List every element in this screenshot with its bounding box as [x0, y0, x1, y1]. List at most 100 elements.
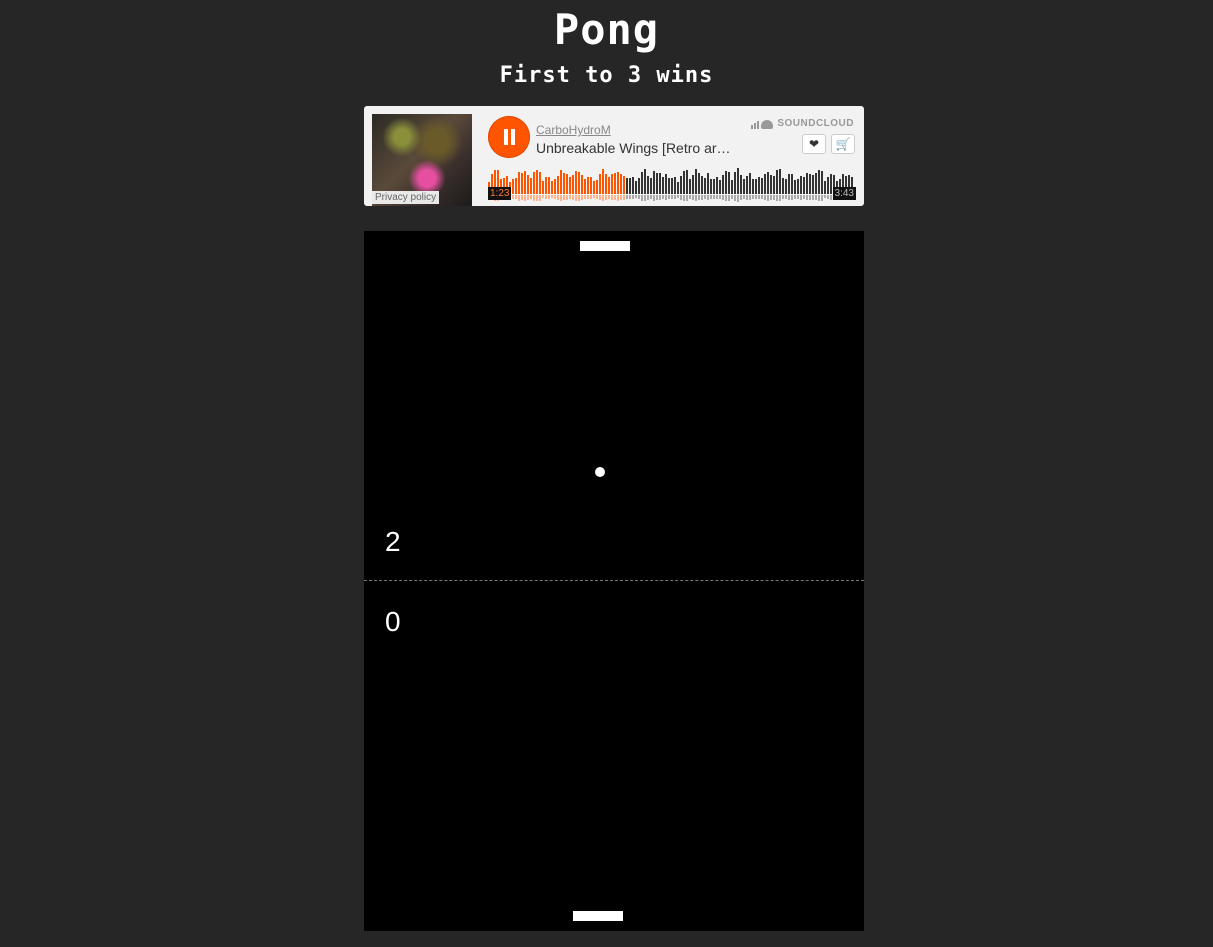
waveform-reflection — [782, 195, 784, 199]
waveform-bar — [557, 176, 559, 194]
waveform-reflection — [773, 195, 775, 200]
waveform-bar — [779, 169, 781, 194]
waveform-bar — [797, 179, 799, 194]
waveform-bar — [596, 180, 598, 194]
waveform[interactable] — [488, 168, 856, 204]
waveform-reflection — [533, 195, 535, 201]
waveform-bar — [617, 172, 619, 194]
waveform-bar — [560, 170, 562, 194]
waveform-reflection — [821, 195, 823, 201]
waveform-bar — [716, 177, 718, 194]
waveform-reflection — [512, 195, 514, 199]
waveform-bar — [530, 178, 532, 194]
waveform-bar — [683, 171, 685, 194]
waveform-bar — [803, 177, 805, 194]
waveform-bar — [686, 170, 688, 194]
waveform-bar — [659, 173, 661, 194]
waveform-reflection — [518, 195, 520, 201]
page-title: Pong — [553, 5, 660, 54]
waveform-reflection — [662, 195, 664, 199]
heart-icon: ❤ — [808, 137, 820, 151]
waveform-bar — [572, 175, 574, 194]
waveform-reflection — [608, 195, 610, 199]
waveform-bar — [512, 179, 514, 194]
waveform-reflection — [584, 195, 586, 199]
waveform-bar — [590, 177, 592, 194]
waveform-bar — [827, 177, 829, 194]
page-subtitle: First to 3 wins — [499, 63, 714, 88]
bottom-paddle — [573, 911, 623, 921]
waveform-reflection — [776, 195, 778, 201]
waveform-reflection — [716, 195, 718, 199]
waveform-reflection — [605, 195, 607, 200]
waveform-reflection — [749, 195, 751, 200]
game-court[interactable]: 2 0 — [364, 231, 864, 931]
waveform-reflection — [791, 195, 793, 200]
waveform-reflection — [545, 195, 547, 199]
waveform-reflection — [530, 195, 532, 199]
buy-button[interactable]: 🛒 — [831, 134, 855, 154]
waveform-reflection — [764, 195, 766, 200]
soundcloud-logo[interactable]: SOUNDCLOUD — [751, 118, 854, 129]
waveform-bar — [755, 179, 757, 194]
waveform-bar — [581, 175, 583, 194]
waveform-reflection — [551, 195, 553, 198]
waveform-bar — [809, 174, 811, 194]
waveform-bar — [629, 178, 631, 194]
waveform-reflection — [701, 195, 703, 200]
center-line — [364, 580, 864, 581]
waveform-bar — [701, 176, 703, 194]
waveform-bar — [725, 171, 727, 194]
waveform-reflection — [734, 195, 736, 201]
waveform-reflection — [515, 195, 517, 199]
waveform-bar — [722, 175, 724, 194]
waveform-reflection — [635, 195, 637, 198]
waveform-bar — [674, 177, 676, 194]
waveform-reflection — [815, 195, 817, 200]
waveform-bar — [695, 169, 697, 194]
waveform-bar — [665, 174, 667, 194]
waveform-reflection — [770, 195, 772, 200]
waveform-reflection — [602, 195, 604, 201]
waveform-reflection — [548, 195, 550, 199]
waveform-reflection — [812, 195, 814, 200]
waveform-reflection — [557, 195, 559, 200]
waveform-bar — [608, 177, 610, 194]
waveform-bar — [692, 175, 694, 194]
track-title[interactable]: Unbreakable Wings [Retro ar… — [536, 140, 746, 156]
waveform-bar — [728, 172, 730, 194]
pause-button[interactable] — [488, 116, 530, 158]
waveform-bar — [680, 176, 682, 194]
like-button[interactable]: ❤ — [802, 134, 826, 154]
waveform-reflection — [599, 195, 601, 200]
waveform-reflection — [617, 195, 619, 201]
waveform-bar — [662, 177, 664, 194]
waveform-bar — [527, 175, 529, 194]
waveform-reflection — [695, 195, 697, 201]
waveform-reflection — [656, 195, 658, 200]
waveform-reflection — [788, 195, 790, 200]
waveform-reflection — [707, 195, 709, 200]
pause-icon-bar — [511, 129, 515, 145]
waveform-reflection — [728, 195, 730, 201]
waveform-reflection — [692, 195, 694, 200]
privacy-policy-link[interactable]: Privacy policy — [372, 191, 440, 204]
waveform-bar — [542, 181, 544, 194]
soundcloud-icon — [751, 118, 774, 129]
waveform-reflection — [536, 195, 538, 201]
waveform-reflection — [644, 195, 646, 201]
waveform-bar — [707, 173, 709, 194]
waveform-reflection — [572, 195, 574, 200]
waveform-reflection — [680, 195, 682, 200]
soundcloud-brand: SOUNDCLOUD — [777, 118, 854, 129]
waveform-reflection — [620, 195, 622, 200]
artist-link[interactable]: CarboHydroM — [536, 123, 611, 137]
waveform-bar — [599, 174, 601, 194]
waveform-reflection — [521, 195, 523, 200]
track-artwork[interactable]: Privacy policy — [372, 114, 472, 206]
waveform-reflection — [647, 195, 649, 200]
waveform-bar — [749, 173, 751, 194]
waveform-bar — [731, 180, 733, 194]
waveform-reflection — [794, 195, 796, 199]
waveform-reflection — [527, 195, 529, 200]
